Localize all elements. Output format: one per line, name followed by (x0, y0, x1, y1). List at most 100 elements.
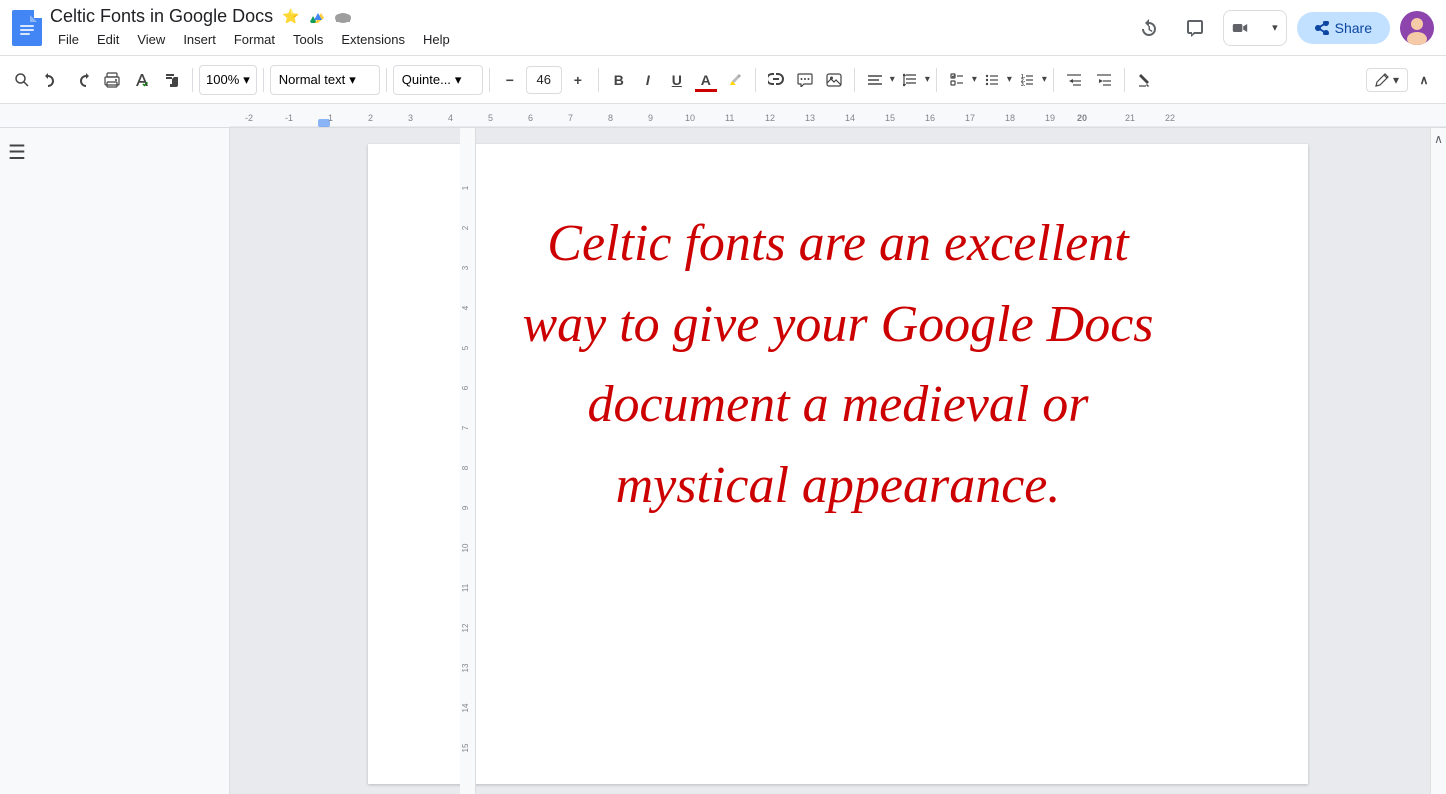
line-spacing-button[interactable] (896, 66, 924, 94)
title-bar: Celtic Fonts in Google Docs ⭐ File Edit … (0, 0, 1446, 56)
font-arrow-icon: ▾ (455, 72, 462, 88)
highlight-button[interactable] (721, 66, 749, 94)
svg-text:3.: 3. (1021, 82, 1026, 87)
redo-button[interactable] (68, 64, 96, 96)
spellcheck-button[interactable] (128, 64, 156, 96)
drive-icon[interactable] (307, 6, 327, 26)
svg-text:3: 3 (408, 113, 413, 123)
svg-text:15: 15 (885, 113, 895, 123)
svg-text:14: 14 (461, 703, 470, 712)
doc-area[interactable]: 1 2 3 4 5 6 7 8 9 10 11 12 13 14 15 Cel (230, 128, 1430, 794)
paint-format-button[interactable] (158, 64, 186, 96)
divider-4 (489, 68, 490, 92)
link-button[interactable] (762, 66, 790, 94)
checklist-button[interactable] (943, 66, 971, 94)
history-button[interactable] (1131, 10, 1167, 46)
menu-edit[interactable]: Edit (89, 29, 127, 50)
menu-insert[interactable]: Insert (175, 29, 224, 50)
menu-view[interactable]: View (129, 29, 173, 50)
print-button[interactable] (98, 64, 126, 96)
numbered-list-button[interactable]: 1.2.3. (1013, 66, 1041, 94)
meet-button[interactable]: ▾ (1223, 10, 1287, 46)
svg-text:18: 18 (1005, 113, 1015, 123)
insert-comment-button[interactable] (791, 66, 819, 94)
svg-text:8: 8 (608, 113, 613, 123)
collapse-toolbar-button[interactable]: ∧ (1410, 66, 1438, 94)
svg-text:22: 22 (1165, 113, 1175, 123)
page[interactable]: Celtic fonts are an excellent way to giv… (368, 144, 1308, 784)
svg-text:4: 4 (448, 113, 453, 123)
underline-button[interactable]: U (663, 66, 691, 94)
menu-tools[interactable]: Tools (285, 29, 331, 50)
menu-extensions[interactable]: Extensions (333, 29, 413, 50)
svg-text:10: 10 (685, 113, 695, 123)
menu-bar: File Edit View Insert Format Tools Exten… (50, 29, 1123, 50)
svg-text:11: 11 (725, 113, 734, 123)
undo-button[interactable] (38, 64, 66, 96)
zoom-value: 100% (206, 72, 239, 87)
svg-text:1: 1 (461, 185, 470, 190)
menu-help[interactable]: Help (415, 29, 458, 50)
divider-9 (1053, 68, 1054, 92)
user-avatar[interactable] (1400, 11, 1434, 45)
main-area: ☰ 1 2 3 4 5 6 7 8 9 10 11 12 13 14 15 (0, 128, 1446, 794)
increase-indent-button[interactable] (1090, 66, 1118, 94)
style-selector[interactable]: Normal text ▾ (270, 65, 380, 95)
svg-text:-1: -1 (285, 113, 293, 123)
doc-title[interactable]: Celtic Fonts in Google Docs (50, 6, 273, 27)
svg-text:12: 12 (461, 623, 470, 632)
menu-file[interactable]: File (50, 29, 87, 50)
doc-icon[interactable] (12, 10, 42, 46)
style-arrow-icon: ▾ (349, 72, 356, 88)
divider-6 (755, 68, 756, 92)
doc-title-area: Celtic Fonts in Google Docs ⭐ File Edit … (50, 6, 1123, 50)
divider-2 (263, 68, 264, 92)
divider-7 (854, 68, 855, 92)
insert-image-button[interactable] (820, 66, 848, 94)
svg-text:1: 1 (328, 113, 333, 123)
align-button[interactable] (861, 66, 889, 94)
search-button[interactable] (8, 64, 36, 96)
cloud-icon[interactable] (333, 6, 353, 26)
clear-format-button[interactable] (1131, 66, 1159, 94)
decrease-indent-button[interactable] (1060, 66, 1088, 94)
bold-button[interactable]: B (605, 66, 633, 94)
pencil-mode-button[interactable]: ▾ (1366, 68, 1408, 92)
increase-font-button[interactable]: + (564, 66, 592, 94)
svg-text:5: 5 (488, 113, 493, 123)
zoom-selector[interactable]: 100% ▾ (199, 65, 257, 95)
document-text[interactable]: Celtic fonts are an excellent way to giv… (448, 204, 1228, 526)
text-color-button[interactable]: A (692, 66, 720, 94)
divider-5 (598, 68, 599, 92)
svg-text:5: 5 (461, 345, 470, 350)
insert-buttons (762, 66, 848, 94)
italic-button[interactable]: I (634, 66, 662, 94)
alignment-buttons: ▾ ▾ (861, 66, 930, 94)
scroll-up-icon[interactable]: ∧ (1434, 132, 1443, 146)
decrease-font-button[interactable]: − (496, 66, 524, 94)
style-label: Normal text (279, 72, 345, 87)
svg-text:8: 8 (461, 465, 470, 470)
svg-text:19: 19 (1045, 113, 1055, 123)
svg-text:10: 10 (461, 543, 470, 552)
svg-text:13: 13 (461, 663, 470, 672)
divider-8 (936, 68, 937, 92)
divider-10 (1124, 68, 1125, 92)
svg-text:7: 7 (568, 113, 573, 123)
svg-text:9: 9 (461, 505, 470, 510)
font-size-area: − + (496, 66, 592, 94)
bullet-list-button[interactable] (978, 66, 1006, 94)
outline-icon[interactable]: ☰ (8, 140, 221, 165)
svg-text:2: 2 (368, 113, 373, 123)
svg-text:20: 20 (1077, 113, 1087, 123)
star-icon[interactable]: ⭐ (281, 6, 301, 26)
divider-3 (386, 68, 387, 92)
vertical-ruler: 1 2 3 4 5 6 7 8 9 10 11 12 13 14 15 (460, 128, 476, 794)
menu-format[interactable]: Format (226, 29, 283, 50)
font-size-input[interactable] (526, 66, 562, 94)
divider-1 (192, 68, 193, 92)
comments-button[interactable] (1177, 10, 1213, 46)
font-selector[interactable]: Quinte... ▾ (393, 65, 483, 95)
svg-text:11: 11 (461, 583, 470, 592)
share-button[interactable]: Share (1297, 12, 1390, 44)
